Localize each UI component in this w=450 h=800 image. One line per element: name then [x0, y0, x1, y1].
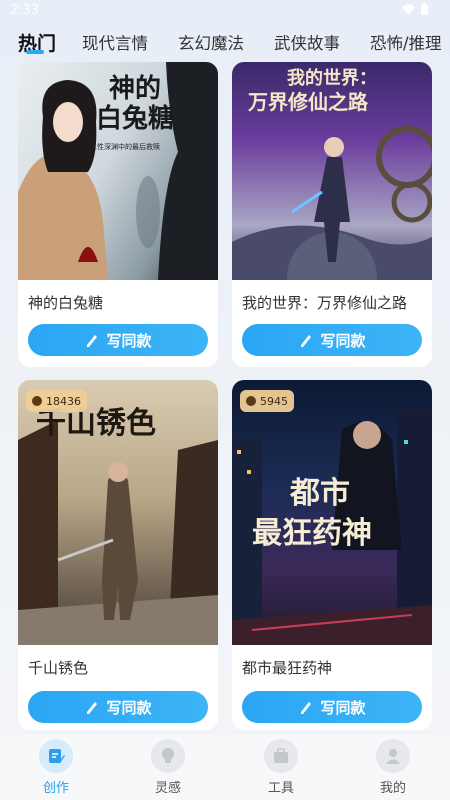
card-title: 千山锈色 — [28, 659, 89, 677]
battery-icon — [421, 3, 428, 15]
card-title: 都市最狂药神 — [242, 659, 333, 677]
button-label: 写同款 — [320, 331, 366, 350]
pen-icon — [87, 335, 98, 347]
nav-inspiration[interactable]: 灵感 — [138, 739, 198, 796]
nav-create[interactable]: 创作 — [26, 739, 86, 796]
active-tab-indicator — [26, 50, 44, 54]
cover-image[interactable]: 我的世界： 万界修仙之路 — [232, 62, 432, 280]
usage-count: 18436 — [46, 394, 81, 408]
user-icon — [376, 739, 410, 773]
cover-image[interactable]: 都市 最狂药神 5945 — [232, 380, 432, 645]
tab-fantasy-magic[interactable]: 玄幻魔法 — [178, 30, 244, 54]
status-time: 2:33 — [10, 3, 40, 18]
tab-horror-mystery[interactable]: 恐怖/推理 — [370, 30, 442, 54]
lightbulb-icon — [151, 739, 185, 773]
story-card[interactable]: 千山锈色 18436 千山锈色 写同款 — [18, 380, 218, 730]
button-label: 写同款 — [106, 698, 152, 717]
card-title: 我的世界：万界修仙之路 — [242, 294, 408, 312]
coin-icon — [246, 396, 256, 406]
status-bar: 2:33 — [0, 0, 450, 22]
tab-modern-romance[interactable]: 现代言情 — [82, 30, 148, 54]
write-similar-button[interactable]: 写同款 — [242, 324, 422, 356]
nav-label: 工具 — [267, 781, 294, 796]
cover-subtitle: 人性深渊中的最后救赎 — [90, 143, 160, 151]
write-similar-button[interactable]: 写同款 — [28, 324, 208, 356]
nav-label: 我的 — [379, 781, 406, 796]
button-label: 写同款 — [320, 698, 366, 717]
nav-label: 创作 — [42, 781, 69, 796]
cover-title-line1: 都市 — [290, 476, 350, 511]
nav-label: 灵感 — [154, 781, 181, 796]
button-label: 写同款 — [106, 331, 152, 350]
tab-wuxia-stories[interactable]: 武侠故事 — [274, 30, 340, 54]
story-card[interactable]: 我的世界： 万界修仙之路 我的世界：万界修仙之路 写同款 — [232, 62, 432, 367]
bottom-navigation: 创作 灵感 工具 我的 — [0, 735, 450, 800]
pen-paper-icon — [39, 739, 73, 773]
cover-title-line2: 万界修仙之路 — [248, 90, 368, 114]
coin-icon — [32, 396, 42, 406]
pen-icon — [87, 702, 98, 714]
write-similar-button[interactable]: 写同款 — [242, 691, 422, 723]
nav-profile[interactable]: 我的 — [363, 739, 423, 796]
usage-count-badge: 18436 — [26, 390, 87, 412]
usage-count-badge: 5945 — [240, 390, 294, 412]
cover-image[interactable]: 千山锈色 18436 — [18, 380, 218, 645]
write-similar-button[interactable]: 写同款 — [28, 691, 208, 723]
category-tabs: 热门 现代言情 玄幻魔法 武侠故事 恐怖/推理 — [0, 22, 450, 62]
cover-title-line2: 最狂药神 — [252, 516, 372, 551]
usage-count: 5945 — [260, 394, 288, 408]
wifi-icon — [402, 4, 415, 15]
cover-title: 神的 白兔糖 — [96, 74, 175, 134]
card-title: 神的白兔糖 — [28, 294, 104, 312]
story-card[interactable]: 都市 最狂药神 5945 都市最狂药神 写同款 — [232, 380, 432, 730]
status-icons — [402, 3, 428, 15]
story-card[interactable]: 神的 白兔糖 人性深渊中的最后救赎 神的白兔糖 写同款 — [18, 62, 218, 367]
cover-image[interactable]: 神的 白兔糖 人性深渊中的最后救赎 — [18, 62, 218, 280]
nav-tools[interactable]: 工具 — [251, 739, 311, 796]
toolbox-icon — [264, 739, 298, 773]
pen-icon — [301, 702, 312, 714]
pen-icon — [301, 335, 312, 347]
